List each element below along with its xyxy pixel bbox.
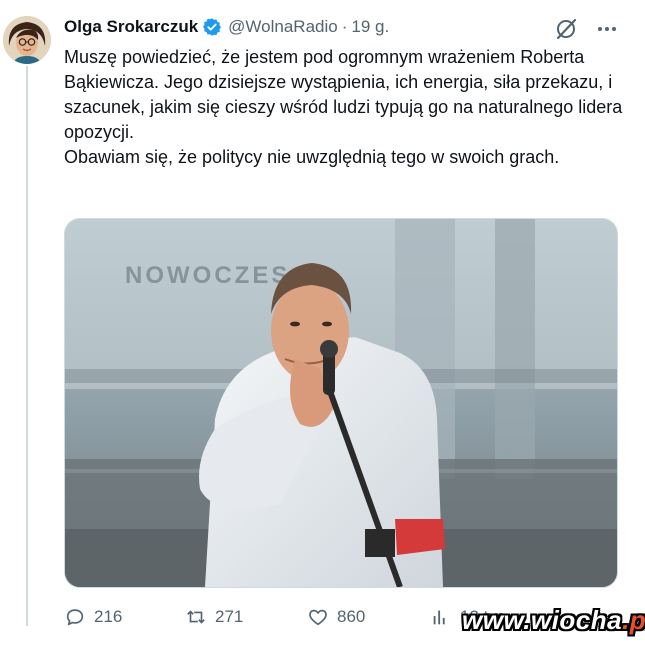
tweet-paragraph: Muszę powiedzieć, że jestem pod ogromnym… [64,47,623,142]
tweet-header: Olga Srokarczuk @WolnaRadio · 19 g. [64,15,389,39]
like-icon [309,609,327,626]
author-name[interactable]: Olga Srokarczuk [64,17,198,37]
thread-line [26,66,28,626]
background-sign-text: NOWOCZES [125,262,290,289]
separator-dot: · [341,17,348,36]
tweet-text: Muszę powiedzieć, że jestem pod ogromnym… [64,45,624,170]
repost-button[interactable]: 271 [185,603,243,631]
watermark-main: www.wiocha [462,605,623,635]
like-count: 860 [337,607,366,626]
reply-icon [66,609,84,626]
verified-badge-icon [202,17,222,37]
more-icon[interactable] [592,16,622,42]
views-icon [433,610,445,625]
like-button[interactable]: 860 [307,603,365,631]
site-watermark: www.wiocha.pl [462,605,645,636]
repost-icon [187,610,205,624]
author-handle[interactable]: @WolnaRadio [228,17,338,37]
reply-button[interactable]: 216 [64,603,122,631]
watermark-accent: .pl [622,605,645,635]
repost-count: 271 [215,607,244,626]
avatar[interactable] [3,16,51,64]
tweet-photo[interactable]: NOWOCZES [64,218,618,588]
timestamp[interactable]: 19 g. [351,17,389,37]
tweet-paragraph: Obawiam się, że politycy nie uwzględnią … [64,147,560,167]
grok-icon[interactable] [554,17,578,41]
reply-count: 216 [94,607,123,626]
